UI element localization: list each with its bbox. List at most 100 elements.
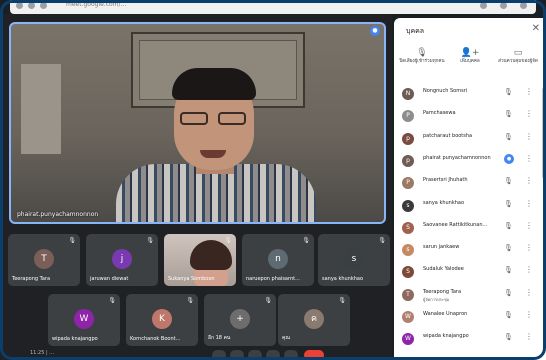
captions-button[interactable] (248, 350, 262, 360)
more-options-icon[interactable]: ⋮ (525, 176, 533, 185)
reload-icon[interactable] (40, 2, 47, 9)
participant-tile[interactable]: K 🎙 Kornchanok Boont... (126, 294, 198, 346)
app-window: meet.google.com/... ● phairat.punyachamn… (0, 0, 546, 360)
participant-name: jaruwan diewat (90, 276, 129, 282)
mic-off-icon: 🎙 (504, 311, 513, 319)
extension-icon[interactable] (480, 2, 487, 9)
participant-name: sarun jankaew (423, 244, 460, 251)
main-speaker-name: phairat.punyachamnonnon (17, 211, 99, 218)
participant-row[interactable]: S Sudaluk Yalodee 🎙 ⋮ (394, 262, 546, 280)
participant-name: Kornchanok Boont... (130, 336, 181, 342)
participant-name: Sudaluk Yalodee (423, 266, 464, 273)
mic-off-icon: 🎙 (504, 88, 513, 96)
camera-button[interactable] (230, 350, 244, 360)
mic-off-icon: 🎙 (504, 266, 513, 275)
avatar: S (402, 221, 414, 234)
mic-off-icon: 🎙 (224, 237, 232, 244)
mic-off-icon: 🎙 (504, 333, 513, 342)
avatar: S (402, 266, 414, 279)
back-icon[interactable] (16, 2, 23, 9)
more-options-icon[interactable]: ⋮ (525, 243, 533, 252)
avatar: W (74, 309, 94, 329)
participant-tile[interactable]: W 🎙 wipada knajangpo (48, 294, 120, 346)
avatar: p (402, 132, 414, 145)
meeting-info: 11:25 | ... (30, 350, 55, 356)
participant-row[interactable]: P Pamchasewa 🎙 ⋮ (394, 106, 546, 124)
more-options-icon[interactable]: ⋮ (525, 265, 533, 274)
more-options-icon[interactable]: ⋮ (525, 332, 533, 341)
leave-call-button[interactable] (304, 350, 324, 360)
avatar: N (402, 88, 414, 100)
mic-off-icon: 🎙 (416, 48, 428, 58)
avatar: s (344, 249, 364, 269)
speaking-indicator-icon: ● (504, 153, 514, 164)
participant-tile[interactable]: s 🎙 sanya khunkhao (318, 234, 390, 286)
participant-name: Sukanya Somboon (168, 276, 215, 282)
participant-row[interactable]: W Wanalee Unapron 🎙 ⋮ (394, 307, 546, 325)
more-options-icon[interactable]: ⋮ (525, 132, 533, 141)
mic-off-icon: 🎙 (146, 237, 154, 244)
people-panel: บุคคล ✕ 🎙 ปิดเสียงผู้เข้าร่วมทุกคน 👤+ เพ… (394, 18, 546, 360)
more-options-icon[interactable]: ⋮ (525, 310, 533, 319)
participant-name: naruepon phaisarnt... (246, 276, 300, 282)
more-options-icon[interactable]: ⋮ (525, 87, 533, 96)
participant-tile[interactable]: T 🎙 Teerapong Tara (8, 234, 80, 286)
mute-all-button[interactable]: 🎙 ปิดเสียงผู้เข้าร่วมทุกคน (398, 48, 446, 65)
participant-name: Teerapong Tara (12, 276, 51, 282)
mic-button[interactable] (212, 350, 226, 360)
more-options-icon[interactable]: ⋮ (525, 154, 533, 163)
video-icon: ▭ (513, 48, 523, 58)
main-speaker-video[interactable]: ● phairat.punyachamnonnon (9, 22, 386, 224)
close-icon[interactable]: ✕ (532, 23, 540, 34)
mic-off-icon: 🎙 (504, 244, 513, 253)
more-options-icon[interactable]: ⋮ (525, 221, 533, 230)
avatar: + (230, 309, 250, 329)
host-controls-button[interactable]: ▭ ส่วนควบคุมของผู้จัด (494, 48, 542, 65)
mic-off-icon: 🎙 (302, 237, 310, 244)
participant-name: wipada knajangpo (423, 333, 469, 340)
forward-icon[interactable] (28, 2, 35, 9)
participant-name: sanya khunkhao (322, 276, 364, 282)
mic-off-icon: 🎙 (108, 297, 116, 304)
browser-address-bar[interactable]: meet.google.com/... (10, 0, 536, 14)
avatar: T (402, 288, 414, 301)
panel-scrollbar[interactable] (542, 88, 545, 178)
avatar: ค (304, 309, 324, 329)
mic-off-icon: 🎙 (504, 288, 513, 297)
participant-name: patcharaut bootsha (423, 132, 473, 139)
background-lamp (21, 64, 61, 154)
participant-name: Nongnuch Somsri (423, 88, 468, 94)
avatar: W (402, 311, 414, 323)
mic-off-icon: 🎙 (504, 221, 513, 230)
participant-row[interactable]: N Nongnuch Somsri 🎙 ⋮ (394, 84, 546, 102)
participant-name: sanya khunkhao (423, 199, 465, 206)
mic-off-icon: 🎙 (504, 199, 513, 208)
participant-name: Pamchasewa (423, 110, 456, 117)
bottom-toolbar: 11:25 | ... (0, 348, 392, 360)
participant-row[interactable]: s sanya khunkhao 🎙 ⋮ (394, 196, 546, 214)
participant-row[interactable]: s sarun jankaew 🎙 ⋮ (394, 240, 546, 258)
participant-row[interactable]: p phairat punyachamnonnon ● ⋮ (394, 151, 546, 169)
present-button[interactable] (266, 350, 280, 360)
add-people-button[interactable]: 👤+ เพิ่มบุคคล (446, 48, 494, 65)
participant-name: คุณ (282, 335, 290, 341)
participant-row[interactable]: S Saovanee Rattikitkunan... 🎙 ⋮ (394, 218, 546, 236)
participant-tile[interactable]: ค 🎙 คุณ (278, 294, 350, 346)
more-options-icon[interactable]: ⋮ (525, 288, 533, 297)
avatar: P (402, 110, 414, 123)
participant-row[interactable]: P Prasertsri Jhuhath 🎙 ⋮ (394, 173, 546, 191)
profile-icon[interactable] (500, 2, 507, 9)
participant-tile[interactable]: 🎙 Sukanya Somboon (164, 234, 236, 286)
more-options-icon[interactable]: ⋮ (525, 199, 533, 208)
more-options-button[interactable] (284, 350, 298, 360)
participant-tile[interactable]: + 🎙 อีก 18 คน (204, 294, 276, 346)
participant-row[interactable]: T Teerapong Tara ผู้จัดการประชุม 🎙 ⋮ (394, 285, 546, 303)
participant-name: phairat punyachamnonnon (423, 154, 491, 161)
participant-row[interactable]: p patcharaut bootsha 🎙 ⋮ (394, 129, 546, 147)
participant-row[interactable]: Wwipada knajangpo 🎙 ⋮ (394, 329, 546, 347)
participant-tile[interactable]: n 🎙 naruepon phaisarnt... (242, 234, 314, 286)
url-text[interactable]: meet.google.com/... (66, 1, 126, 8)
participant-tile[interactable]: j 🎙 jaruwan diewat (86, 234, 158, 286)
more-options-icon[interactable]: ⋮ (525, 109, 533, 118)
menu-icon[interactable] (520, 2, 527, 9)
